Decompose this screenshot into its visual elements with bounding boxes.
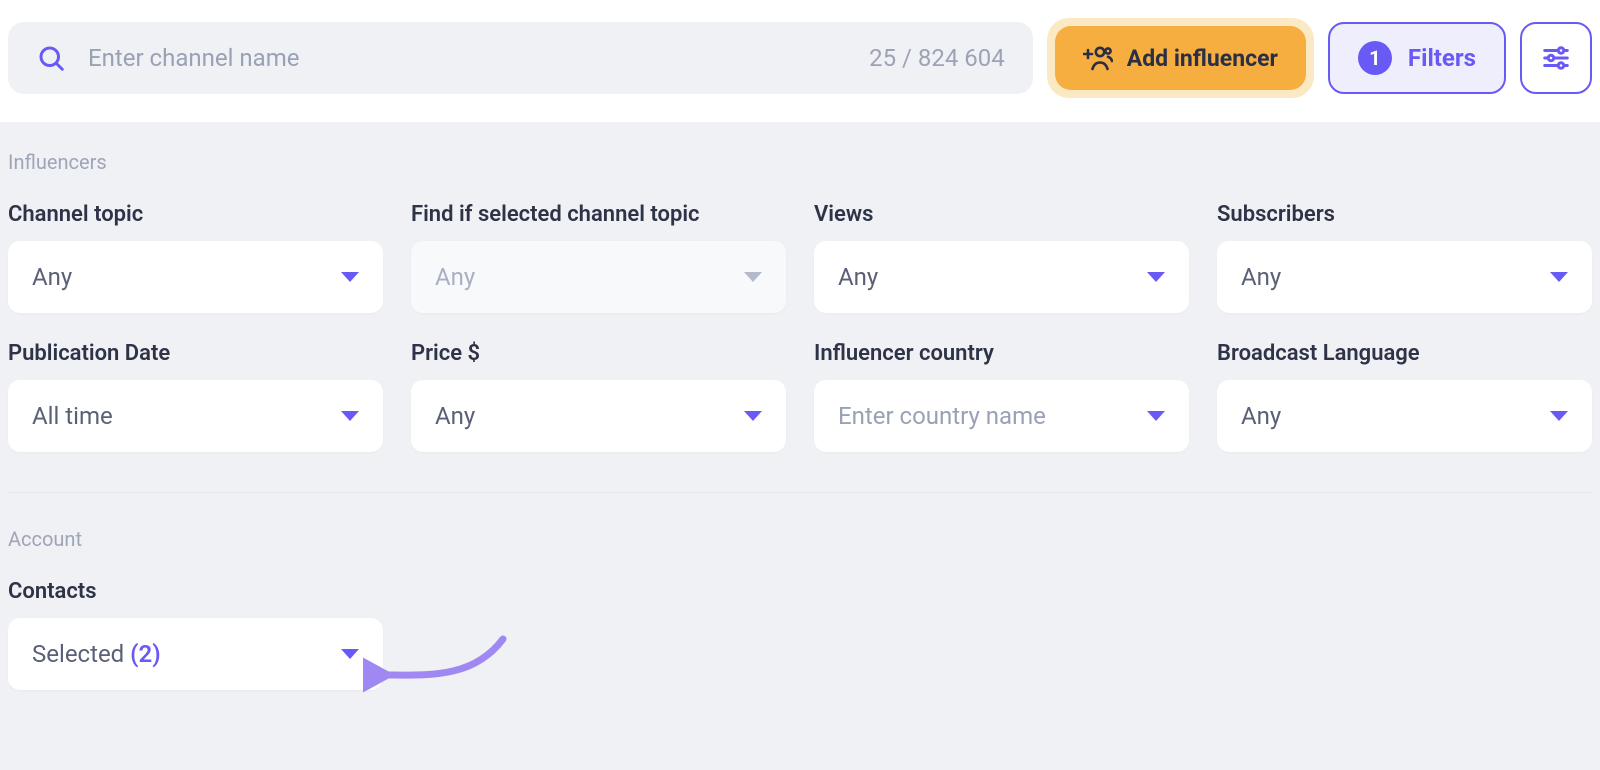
search-count: 25 / 824 604 — [869, 44, 1005, 72]
influencer-country-select[interactable]: Enter country name — [814, 380, 1189, 452]
subscribers-select[interactable]: Any — [1217, 241, 1592, 313]
chevron-down-icon — [1550, 411, 1568, 421]
broadcast-language-field: Broadcast Language Any — [1217, 341, 1592, 452]
subscribers-label: Subscribers — [1217, 202, 1592, 227]
views-select[interactable]: Any — [814, 241, 1189, 313]
filters-label: Filters — [1408, 44, 1476, 72]
add-influencer-halo: Add influencer — [1047, 18, 1314, 98]
contacts-label: Contacts — [8, 579, 383, 604]
influencer-country-placeholder: Enter country name — [838, 402, 1046, 430]
contacts-value-prefix: Selected — [32, 640, 124, 668]
contacts-value: Selected (2) — [32, 640, 161, 668]
chevron-down-icon — [1147, 411, 1165, 421]
publication-date-select[interactable]: All time — [8, 380, 383, 452]
subscribers-field: Subscribers Any — [1217, 202, 1592, 313]
contacts-select[interactable]: Selected (2) — [8, 618, 383, 690]
add-person-icon — [1083, 45, 1113, 71]
channel-topic-value: Any — [32, 263, 72, 291]
chevron-down-icon — [341, 649, 359, 659]
search-box[interactable]: 25 / 824 604 — [8, 22, 1033, 94]
add-influencer-button[interactable]: Add influencer — [1055, 26, 1306, 90]
chevron-down-icon — [744, 411, 762, 421]
influencers-section-title: Influencers — [8, 150, 1592, 174]
chevron-down-icon — [1550, 272, 1568, 282]
find-if-topic-select: Any — [411, 241, 786, 313]
account-section-title: Account — [8, 527, 1592, 551]
filters-count-badge: 1 — [1358, 41, 1392, 75]
find-if-topic-label: Find if selected channel topic — [411, 202, 786, 227]
filters-button[interactable]: 1 Filters — [1328, 22, 1506, 94]
channel-topic-field: Channel topic Any — [8, 202, 383, 313]
price-value: Any — [435, 402, 475, 430]
account-filters-grid: Contacts Selected (2) — [8, 579, 1592, 690]
chevron-down-icon — [1147, 272, 1165, 282]
search-icon — [36, 43, 66, 73]
broadcast-language-select[interactable]: Any — [1217, 380, 1592, 452]
broadcast-language-value: Any — [1241, 402, 1281, 430]
sliders-icon — [1541, 43, 1571, 73]
search-input[interactable] — [88, 44, 847, 72]
chevron-down-icon — [744, 272, 762, 282]
publication-date-value: All time — [32, 402, 113, 430]
publication-date-label: Publication Date — [8, 341, 383, 366]
find-if-topic-field: Find if selected channel topic Any — [411, 202, 786, 313]
influencer-filters-grid: Channel topic Any Find if selected chann… — [8, 202, 1592, 452]
influencer-country-field: Influencer country Enter country name — [814, 341, 1189, 452]
publication-date-field: Publication Date All time — [8, 341, 383, 452]
filter-settings-button[interactable] — [1520, 22, 1592, 94]
top-bar: 25 / 824 604 Add influencer 1 Filters — [0, 0, 1600, 122]
filters-panel: Influencers Channel topic Any Find if se… — [0, 122, 1600, 690]
contacts-count: (2) — [130, 640, 160, 668]
subscribers-value: Any — [1241, 263, 1281, 291]
annotation-arrow-icon — [363, 631, 523, 711]
add-influencer-label: Add influencer — [1127, 45, 1278, 72]
chevron-down-icon — [341, 411, 359, 421]
views-field: Views Any — [814, 202, 1189, 313]
views-label: Views — [814, 202, 1189, 227]
price-field: Price $ Any — [411, 341, 786, 452]
contacts-field: Contacts Selected (2) — [8, 579, 383, 690]
find-if-topic-value: Any — [435, 263, 475, 291]
price-label: Price $ — [411, 341, 786, 366]
section-divider — [8, 492, 1592, 493]
channel-topic-label: Channel topic — [8, 202, 383, 227]
broadcast-language-label: Broadcast Language — [1217, 341, 1592, 366]
channel-topic-select[interactable]: Any — [8, 241, 383, 313]
views-value: Any — [838, 263, 878, 291]
chevron-down-icon — [341, 272, 359, 282]
influencer-country-label: Influencer country — [814, 341, 1189, 366]
price-select[interactable]: Any — [411, 380, 786, 452]
